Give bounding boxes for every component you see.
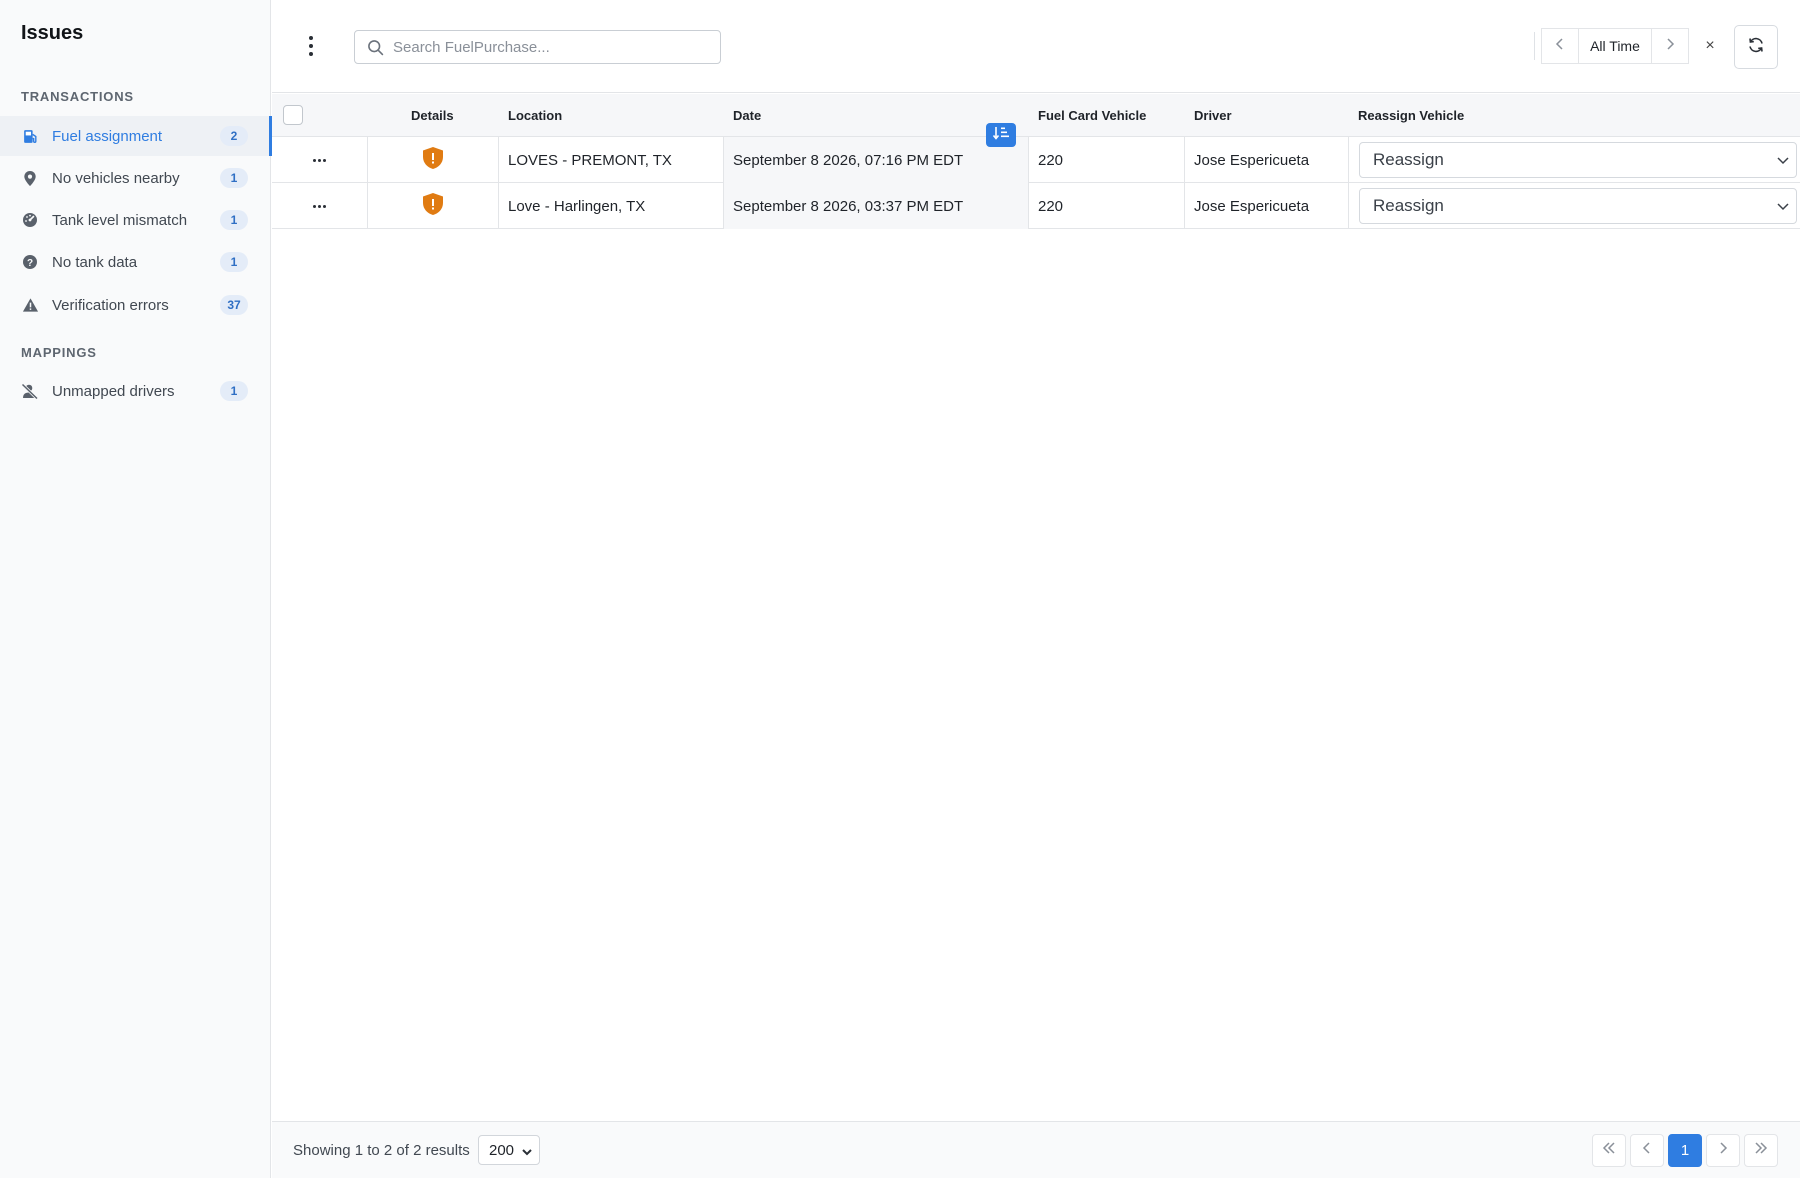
chevron-left-icon <box>1642 1141 1652 1160</box>
warning-shield-icon <box>422 192 444 220</box>
chevron-right-icon <box>1665 37 1675 56</box>
refresh-icon <box>1747 36 1765 59</box>
driver-cell: Jose Espericueta <box>1185 137 1349 183</box>
table-row[interactable]: LOVES - PREMONT, TX September 8 2026, 07… <box>272 137 1800 183</box>
details-cell[interactable] <box>368 183 499 229</box>
vehicle-cell: 220 <box>1029 183 1185 229</box>
next-page-button[interactable] <box>1706 1134 1740 1167</box>
chevron-right-icon <box>1718 1141 1728 1160</box>
sidebar-item-label: Tank level mismatch <box>52 211 188 229</box>
select-all-checkbox[interactable] <box>283 105 303 125</box>
search-icon <box>367 39 384 61</box>
column-header-location[interactable]: Location <box>508 94 562 137</box>
count-badge: 1 <box>220 168 248 188</box>
svg-text:?: ? <box>27 258 33 269</box>
column-header-details[interactable]: Details <box>411 94 454 137</box>
location-cell: Love - Harlingen, TX <box>499 183 724 229</box>
sidebar-item-label: Unmapped drivers <box>52 382 175 400</box>
sidebar-item-no-vehicles-nearby[interactable]: No vehicles nearby 1 <box>0 158 271 198</box>
section-heading-transactions: TRANSACTIONS <box>21 89 134 104</box>
sort-descending-icon <box>992 125 1010 146</box>
count-badge: 1 <box>220 381 248 401</box>
search-box <box>354 30 721 64</box>
more-options-icon[interactable] <box>306 36 316 56</box>
previous-page-button[interactable] <box>1630 1134 1664 1167</box>
column-header-reassign-vehicle[interactable]: Reassign Vehicle <box>1358 94 1464 137</box>
row-actions-button[interactable] <box>272 137 368 183</box>
table-header: Details Location Date Fuel Card Vehicle … <box>272 94 1800 147</box>
reassign-vehicle-select[interactable]: Reassign <box>1359 188 1797 224</box>
sidebar-item-unmapped-drivers[interactable]: Unmapped drivers 1 <box>0 371 271 411</box>
map-pin-icon <box>21 169 39 187</box>
details-cell[interactable] <box>368 137 499 183</box>
user-slash-icon <box>21 382 39 400</box>
reassign-cell: Reassign <box>1349 137 1800 183</box>
sidebar-item-label: No tank data <box>52 253 138 271</box>
chevron-down-icon <box>1776 153 1790 171</box>
warning-triangle-icon <box>21 296 39 314</box>
next-range-button[interactable] <box>1651 28 1689 64</box>
page-size-value: 200 <box>489 1141 515 1159</box>
driver-cell: Jose Espericueta <box>1185 183 1349 229</box>
double-chevron-right-icon <box>1753 1141 1769 1160</box>
table-row[interactable]: Love - Harlingen, TX September 8 2026, 0… <box>272 183 1800 229</box>
sidebar-item-tank-level-mismatch[interactable]: Tank level mismatch 1 <box>0 200 271 240</box>
count-badge: 2 <box>220 126 248 146</box>
reassign-vehicle-select[interactable]: Reassign <box>1359 142 1797 178</box>
row-actions-button[interactable] <box>272 183 368 229</box>
sidebar-item-label: No vehicles nearby <box>52 169 180 187</box>
question-circle-icon: ? <box>21 253 39 271</box>
gauge-icon <box>21 211 39 229</box>
double-chevron-left-icon <box>1601 1141 1617 1160</box>
sort-descending-button[interactable] <box>986 123 1016 147</box>
ellipsis-icon <box>313 158 326 162</box>
sidebar-item-label: Fuel assignment <box>52 127 163 145</box>
last-page-button[interactable] <box>1744 1134 1778 1167</box>
sidebar: Issues TRANSACTIONS Fuel assignment 2 No… <box>0 0 272 1178</box>
count-badge: 1 <box>220 210 248 230</box>
chevron-left-icon <box>1555 37 1565 56</box>
date-cell: September 8 2026, 07:16 PM EDT <box>724 137 1029 183</box>
results-summary: Showing 1 to 2 of 2 results <box>293 1142 470 1159</box>
date-cell: September 8 2026, 03:37 PM EDT <box>724 183 1029 229</box>
sidebar-item-label: Verification errors <box>52 296 169 314</box>
count-badge: 1 <box>220 252 248 272</box>
section-heading-mappings: MAPPINGS <box>21 345 97 360</box>
location-cell: LOVES - PREMONT, TX <box>499 137 724 183</box>
page-button-current[interactable]: 1 <box>1668 1134 1702 1167</box>
column-header-date[interactable]: Date <box>733 94 761 137</box>
date-range-label[interactable]: All Time <box>1579 28 1651 64</box>
previous-range-button[interactable] <box>1541 28 1579 64</box>
divider <box>1534 32 1535 60</box>
sidebar-item-no-tank-data[interactable]: ? No tank data 1 <box>0 242 271 282</box>
sidebar-item-fuel-assignment[interactable]: Fuel assignment 2 <box>0 116 272 156</box>
warning-shield-icon <box>422 146 444 174</box>
chevron-down-icon <box>1776 199 1790 217</box>
date-range-navigator: All Time <box>1534 28 1689 64</box>
count-badge: 37 <box>220 295 248 315</box>
column-header-driver[interactable]: Driver <box>1194 94 1232 137</box>
search-input[interactable] <box>393 31 713 63</box>
sidebar-item-verification-errors[interactable]: Verification errors 37 <box>0 285 271 325</box>
pagination-bar: Showing 1 to 2 of 2 results 200 1 <box>272 1121 1800 1178</box>
page-size-select[interactable]: 200 <box>478 1135 540 1165</box>
reassign-cell: Reassign <box>1349 183 1800 229</box>
column-header-fuel-card-vehicle[interactable]: Fuel Card Vehicle <box>1038 94 1146 137</box>
ellipsis-icon <box>313 204 326 208</box>
toolbar: All Time × <box>272 0 1800 93</box>
vehicle-cell: 220 <box>1029 137 1185 183</box>
first-page-button[interactable] <box>1592 1134 1626 1167</box>
refresh-button[interactable] <box>1734 25 1778 69</box>
select-value: Reassign <box>1373 150 1444 169</box>
chevron-down-icon <box>521 1145 533 1162</box>
select-value: Reassign <box>1373 196 1444 215</box>
fuel-purchase-table: Details Location Date Fuel Card Vehicle … <box>272 94 1800 229</box>
clear-date-range-button[interactable]: × <box>1702 36 1718 56</box>
sidebar-title: Issues <box>21 22 84 44</box>
fuel-pump-icon <box>21 127 39 145</box>
